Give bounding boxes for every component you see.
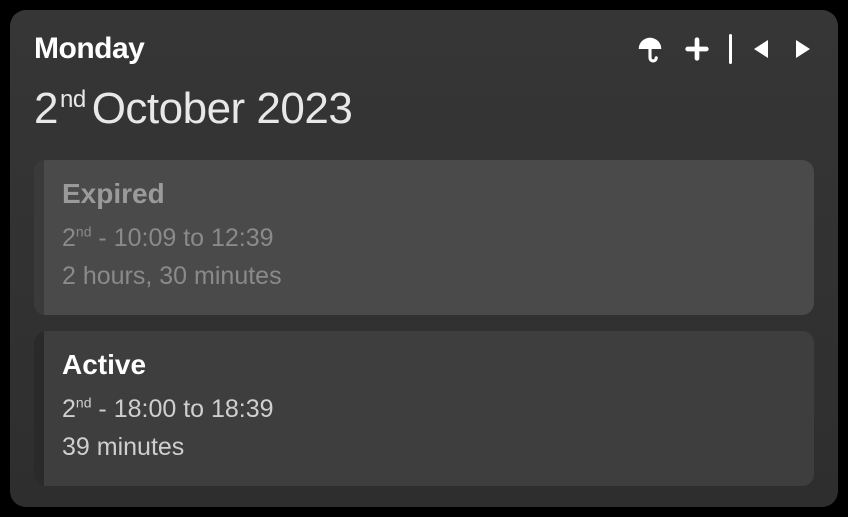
prev-day-button[interactable] [750, 35, 774, 63]
umbrella-button[interactable] [635, 34, 665, 64]
next-day-button[interactable] [790, 35, 814, 63]
date-heading: 2ndOctober 2023 [34, 84, 814, 134]
day-name: Monday [34, 32, 144, 66]
card-duration: 2 hours, 30 minutes [56, 258, 792, 296]
umbrella-icon [635, 34, 665, 64]
toolbar [635, 34, 814, 64]
card-title: Active [56, 349, 792, 381]
card-duration: 39 minutes [56, 429, 792, 467]
card-time-range: 2nd - 10:09 to 12:39 [56, 220, 792, 258]
header: Monday [34, 32, 814, 66]
card-time-day: 2 [62, 224, 76, 252]
date-ordinal: nd [60, 86, 86, 113]
card-time-ordinal: nd [76, 395, 92, 411]
nav-group [750, 35, 814, 63]
plus-icon [683, 35, 711, 63]
chevron-left-icon [750, 35, 774, 63]
card-time-day: 2 [62, 395, 76, 423]
card-time-rest: - 10:09 to 12:39 [91, 224, 273, 252]
session-card-active[interactable]: Active 2nd - 18:00 to 18:39 39 minutes [34, 331, 814, 486]
card-time-ordinal: nd [76, 224, 92, 240]
cards-list: Expired 2nd - 10:09 to 12:39 2 hours, 30… [34, 160, 814, 486]
card-time-range: 2nd - 18:00 to 18:39 [56, 391, 792, 429]
chevron-right-icon [790, 35, 814, 63]
date-day: 2 [34, 84, 58, 133]
date-rest: October 2023 [92, 84, 353, 133]
day-panel: Monday [10, 10, 838, 507]
card-time-rest: - 18:00 to 18:39 [91, 395, 273, 423]
card-title: Expired [56, 178, 792, 210]
toolbar-divider [729, 34, 732, 64]
session-card-expired[interactable]: Expired 2nd - 10:09 to 12:39 2 hours, 30… [34, 160, 814, 315]
add-button[interactable] [683, 35, 711, 63]
